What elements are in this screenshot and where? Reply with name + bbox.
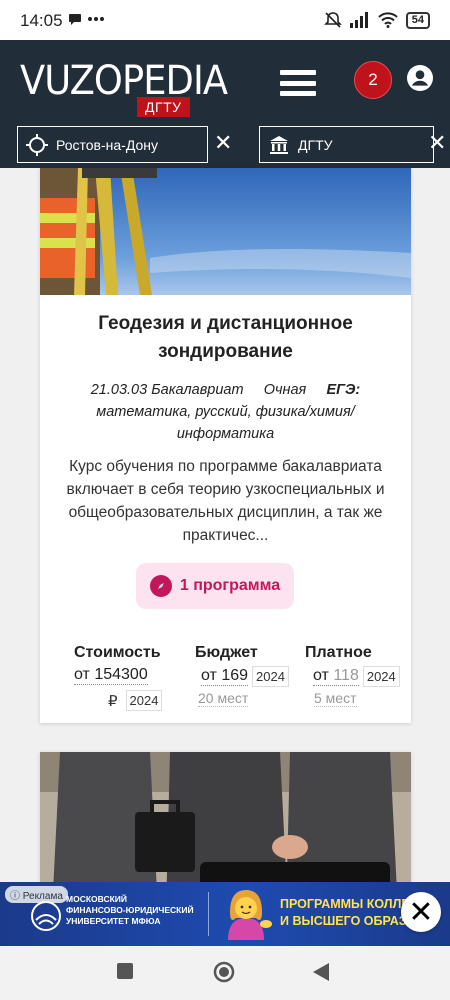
budget-stat: Бюджет от 169 2024 20 мест [195,644,289,708]
university-building-icon [270,135,288,154]
woman-tipping-hand-icon [228,890,272,940]
program-meta: 21.03.03 Бакалавриат Очная ЕГЭ: математи… [40,379,411,445]
programs-button[interactable]: 1 программа [136,563,294,609]
budget-value[interactable]: от 169 [201,667,249,686]
city-filter-value: Ростов-на-Дону [56,136,158,153]
site-header: VUZOPEDIA ДГТУ 2 Ростов-на-Дону ✕ ДГТУ ✕ [0,40,450,168]
program-form: Очная [263,382,307,398]
home-icon[interactable] [213,961,235,983]
program-level: Бакалавриат [151,382,244,398]
system-nav-bar [0,946,450,1000]
university-filter[interactable]: ДГТУ [259,126,434,163]
location-target-icon [26,133,48,156]
budget-seats: 20 мест [198,690,249,707]
ad-divider [208,892,209,936]
budget-year[interactable]: 2024 [252,666,289,687]
back-icon[interactable] [313,963,329,981]
user-account-icon[interactable] [407,65,433,91]
paid-seats: 5 мест [314,690,357,707]
cost-year[interactable]: 2024 [125,690,163,711]
program-card[interactable]: Геодезия и дистанционное зондирование 21… [40,168,411,723]
program-title[interactable]: Геодезия и дистанционное зондирование [40,310,411,366]
budget-label: Бюджет [195,644,258,661]
paid-value[interactable]: от 118 [313,667,359,686]
exam-label: ЕГЭ: [326,382,361,398]
paid-label: Платное [305,644,372,661]
signal-icon [349,12,368,28]
program-image [40,168,411,295]
cost-label: Стоимость [74,644,161,661]
paid-year[interactable]: 2024 [362,666,400,687]
currency-symbol: ₽ [108,692,118,710]
status-bar: 14:05 54 [0,0,450,40]
status-time: 14:05 [20,11,63,30]
battery-icon: 54 [405,11,430,29]
program-description: Курс обучения по программе бакалавриата … [66,458,385,544]
clear-city-button[interactable]: ✕ [214,132,232,156]
more-icon [88,17,104,21]
compass-icon [149,575,172,597]
mute-icon [323,12,342,28]
paid-stat: Платное от 118 2024 5 мест [305,644,400,708]
university-logo-icon [31,901,61,931]
clear-university-button[interactable]: ✕ [428,132,446,156]
cost-stat: Стоимость от 154300 ₽ 2024 [74,644,163,711]
menu-button[interactable] [280,70,316,96]
recent-apps-icon[interactable] [117,963,133,979]
ad-university-name: МОСКОВСКИЙ ФИНАНСОВО-ЮРИДИЧЕСКИЙ УНИВЕРС… [66,894,194,926]
cost-value[interactable]: от 154300 [74,666,148,685]
site-logo[interactable]: VUZOPEDIA [20,58,228,104]
notification-badge[interactable]: 2 [354,61,392,99]
city-filter[interactable]: Ростов-на-Дону [17,126,208,163]
message-icon [69,14,81,25]
logo-badge: ДГТУ [137,97,190,117]
exam-subjects: математика, русский, физика/химия/информ… [96,404,355,442]
wifi-icon [378,12,398,28]
hamburger-icon [280,70,316,75]
program-code: 21.03.03 [90,382,148,398]
programs-button-label: 1 программа [179,577,281,594]
university-filter-value: ДГТУ [298,136,333,153]
ad-close-button[interactable]: ✕ [401,892,441,932]
ad-banner[interactable]: ⓘ Реклама МОСКОВСКИЙ ФИНАНСОВО-ЮРИДИЧЕСК… [0,882,450,946]
